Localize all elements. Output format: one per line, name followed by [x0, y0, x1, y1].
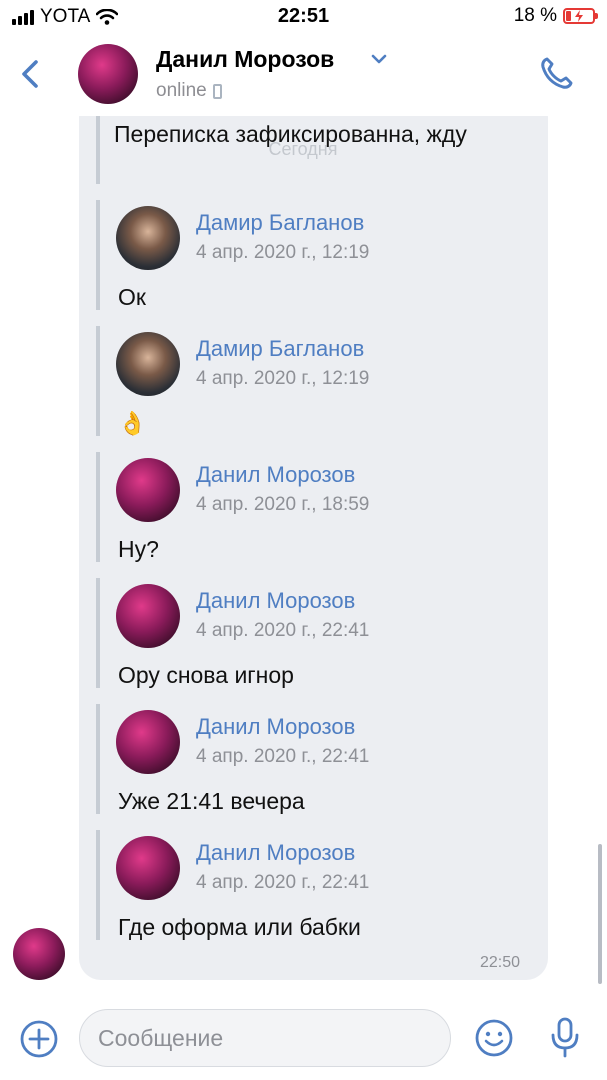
message-text: Ок — [118, 284, 146, 310]
mobile-device-icon — [212, 83, 222, 99]
message-date: 4 апр. 2020 г., 22:41 — [196, 746, 370, 767]
avatar[interactable] — [116, 332, 180, 396]
message-time: 22:50 — [480, 954, 521, 971]
plus-icon[interactable] — [19, 1019, 59, 1059]
battery-icon — [563, 8, 598, 24]
scrollbar[interactable] — [598, 844, 602, 984]
status-text: online — [156, 80, 207, 101]
author-name[interactable]: Данил Морозов — [196, 714, 355, 740]
message-text: Ору снова игнор — [118, 662, 294, 688]
forwarded-message[interactable]: Данил Морозов 4 апр. 2020 г., 22:41 Уже 21… — [96, 704, 536, 814]
forwarded-message-text: Переписка зафиксированна, жду — [114, 121, 467, 147]
chevron-down-icon[interactable] — [370, 52, 388, 66]
message-text: Уже 21:41 вечера — [118, 788, 305, 814]
forwarded-message[interactable]: Дамир Багланов 4 апр. 2020 г., 12:19 Ок — [96, 200, 536, 310]
message-date: 4 апр. 2020 г., 12:19 — [196, 242, 370, 263]
forwarded-message[interactable]: Данил Морозов 4 апр. 2020 г., 22:41 Ору сн… — [96, 578, 536, 688]
author-name[interactable]: Дамир Багланов — [196, 336, 364, 362]
message-date: 4 апр. 2020 г., 22:41 — [196, 872, 370, 893]
message-text: Где оформа или бабки — [118, 914, 361, 940]
message-date: 4 апр. 2020 г., 22:41 — [196, 620, 370, 641]
chat-header: Данил Морозов online — [0, 34, 607, 116]
battery-level — [566, 11, 571, 21]
contact-name[interactable]: Данил Морозов — [156, 46, 334, 73]
author-name[interactable]: Данил Морозов — [196, 588, 355, 614]
avatar[interactable] — [116, 710, 180, 774]
emoji-icon[interactable] — [474, 1018, 514, 1058]
avatar[interactable] — [78, 44, 138, 104]
online-status: online — [156, 80, 222, 102]
phone-icon[interactable] — [536, 54, 576, 94]
status-bar-right: 18 % — [513, 5, 598, 27]
back-icon[interactable] — [14, 54, 50, 94]
microphone-icon[interactable] — [548, 1016, 582, 1060]
message-text: Ну? — [118, 536, 159, 562]
message-date: 4 апр. 2020 г., 12:19 — [196, 368, 370, 389]
author-name[interactable]: Данил Морозов — [196, 462, 355, 488]
avatar[interactable] — [116, 458, 180, 522]
message-input[interactable] — [98, 1010, 438, 1066]
forwarded-message[interactable]: Данил Морозов 4 апр. 2020 г., 18:59 Ну? — [96, 452, 536, 562]
avatar[interactable] — [116, 584, 180, 648]
author-name[interactable]: Данил Морозов — [196, 840, 355, 866]
message-field[interactable] — [79, 1009, 451, 1067]
status-bar: YOTA 22:51 18 % — [0, 0, 607, 34]
message-text: 👌 — [118, 410, 147, 436]
message-list[interactable]: Сегодня Переписка зафиксированна, жду Да… — [0, 116, 607, 994]
composer — [0, 994, 607, 1080]
battery-percent: 18 % — [513, 5, 557, 26]
message-date: 4 апр. 2020 г., 18:59 — [196, 494, 370, 515]
author-name[interactable]: Дамир Багланов — [196, 210, 364, 236]
avatar[interactable] — [13, 928, 65, 980]
forwarded-message[interactable]: Данил Морозов 4 апр. 2020 г., 22:41 Где оф… — [96, 830, 536, 940]
avatar[interactable] — [116, 836, 180, 900]
forwarded-message[interactable]: Дамир Багланов 4 апр. 2020 г., 12:19 👌 — [96, 326, 536, 436]
avatar[interactable] — [116, 206, 180, 270]
